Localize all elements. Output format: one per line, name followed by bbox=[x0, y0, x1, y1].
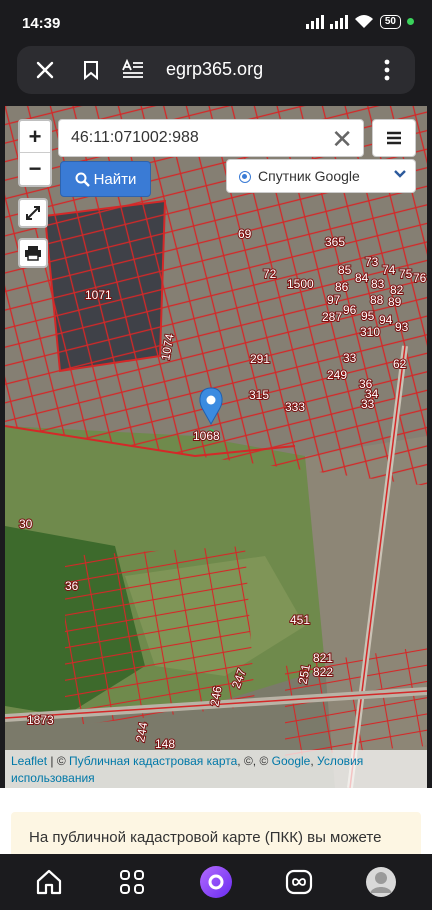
cadastral-map[interactable]: 1071 69 365 73 74 75 76 72 1500 85 84 83… bbox=[5, 106, 427, 788]
svg-text:36: 36 bbox=[65, 579, 79, 593]
svg-text:821: 821 bbox=[313, 651, 333, 665]
layer-radio-icon bbox=[239, 171, 251, 183]
cadastral-search-box: ✕ bbox=[58, 119, 364, 157]
svg-text:94: 94 bbox=[379, 313, 393, 327]
google-link[interactable]: Google bbox=[272, 754, 311, 768]
svg-text:30: 30 bbox=[19, 517, 33, 531]
marker-parcel-label: 1068 bbox=[193, 429, 220, 443]
svg-text:76: 76 bbox=[413, 271, 427, 285]
svg-text:1500: 1500 bbox=[287, 277, 314, 291]
satellite-imagery: 1071 69 365 73 74 75 76 72 1500 85 84 83… bbox=[5, 106, 427, 788]
cell-signal-icon bbox=[305, 14, 324, 29]
svg-text:85: 85 bbox=[338, 263, 352, 277]
svg-text:83: 83 bbox=[371, 277, 385, 291]
bookmark-icon[interactable] bbox=[77, 56, 105, 84]
svg-text:310: 310 bbox=[360, 325, 380, 339]
hamburger-icon bbox=[387, 131, 401, 145]
home-icon bbox=[36, 869, 62, 895]
status-time: 14:39 bbox=[22, 15, 61, 32]
battery-indicator: 50 bbox=[379, 14, 401, 29]
svg-text:365: 365 bbox=[325, 235, 345, 249]
apps-icon bbox=[120, 870, 144, 894]
svg-text:287: 287 bbox=[322, 310, 342, 324]
zoom-in-button[interactable]: + bbox=[20, 121, 50, 153]
page-content: На публичной кадастровой карте (ПКК) вы … bbox=[0, 788, 432, 872]
svg-text:93: 93 bbox=[395, 320, 409, 334]
svg-text:97: 97 bbox=[327, 293, 341, 307]
svg-text:72: 72 bbox=[263, 267, 277, 281]
attrib-sep-1: | © bbox=[47, 754, 69, 768]
pkk-link[interactable]: Публичная кадастровая карта bbox=[69, 754, 237, 768]
svg-text:62: 62 bbox=[393, 357, 407, 371]
svg-text:89: 89 bbox=[388, 295, 402, 309]
svg-text:333: 333 bbox=[285, 400, 305, 414]
profile-icon bbox=[366, 867, 396, 897]
layer-select[interactable]: Спутник Google bbox=[226, 159, 416, 193]
bottom-nav-bar bbox=[0, 854, 432, 910]
alice-button[interactable] bbox=[198, 864, 234, 900]
search-icon bbox=[75, 172, 90, 187]
zoom-out-button[interactable]: − bbox=[20, 153, 50, 185]
svg-text:95: 95 bbox=[361, 309, 375, 323]
svg-text:84: 84 bbox=[355, 271, 369, 285]
apps-button[interactable] bbox=[114, 864, 150, 900]
map-attribution: Leaflet | © Публичная кадастровая карта,… bbox=[5, 750, 427, 788]
svg-text:249: 249 bbox=[327, 368, 347, 382]
find-button[interactable]: Найти bbox=[60, 161, 151, 197]
status-bar: 14:39 50 bbox=[0, 0, 432, 46]
svg-text:73: 73 bbox=[365, 255, 379, 269]
wifi-icon bbox=[354, 15, 373, 28]
profile-button[interactable] bbox=[363, 864, 399, 900]
attrib-sep-2: , ©, © bbox=[237, 754, 272, 768]
privacy-dot-icon bbox=[407, 18, 414, 25]
print-icon bbox=[25, 246, 41, 261]
svg-text:451: 451 bbox=[290, 613, 310, 627]
svg-text:148: 148 bbox=[155, 737, 175, 751]
find-button-label: Найти bbox=[93, 170, 137, 188]
clear-search-icon[interactable]: ✕ bbox=[331, 126, 353, 152]
svg-text:69: 69 bbox=[238, 227, 252, 241]
svg-text:33: 33 bbox=[361, 397, 375, 411]
svg-text:96: 96 bbox=[343, 303, 357, 317]
tabs-button[interactable] bbox=[281, 864, 317, 900]
svg-text:86: 86 bbox=[335, 280, 349, 294]
alice-icon bbox=[200, 866, 232, 898]
svg-text:1071: 1071 bbox=[85, 288, 112, 302]
svg-text:1873: 1873 bbox=[27, 713, 54, 727]
expand-icon bbox=[26, 206, 40, 220]
svg-text:315: 315 bbox=[249, 388, 269, 402]
layer-select-label: Спутник Google bbox=[258, 168, 360, 184]
tabs-icon bbox=[285, 869, 313, 895]
svg-text:822: 822 bbox=[313, 665, 333, 679]
leaflet-link[interactable]: Leaflet bbox=[11, 754, 47, 768]
status-icons: 50 bbox=[305, 14, 414, 29]
url-text[interactable]: egrp365.org bbox=[166, 59, 263, 80]
svg-text:75: 75 bbox=[399, 267, 413, 281]
chevron-down-icon bbox=[393, 166, 407, 184]
menu-button[interactable] bbox=[372, 119, 416, 157]
more-vert-icon[interactable] bbox=[373, 56, 401, 84]
svg-text:74: 74 bbox=[382, 263, 396, 277]
print-button[interactable] bbox=[18, 238, 48, 268]
reader-mode-icon[interactable] bbox=[119, 56, 147, 84]
svg-text:33: 33 bbox=[343, 351, 357, 365]
notice-text: На публичной кадастровой карте (ПКК) вы … bbox=[29, 829, 382, 846]
cell-signal-2-icon bbox=[329, 14, 348, 29]
fullscreen-button[interactable] bbox=[18, 198, 48, 228]
svg-text:88: 88 bbox=[370, 293, 384, 307]
cadastral-number-input[interactable] bbox=[71, 129, 321, 147]
close-icon[interactable] bbox=[31, 56, 59, 84]
zoom-control: + − bbox=[18, 119, 52, 187]
svg-text:291: 291 bbox=[250, 352, 270, 366]
browser-url-bar: egrp365.org bbox=[17, 46, 415, 94]
home-button[interactable] bbox=[31, 864, 67, 900]
